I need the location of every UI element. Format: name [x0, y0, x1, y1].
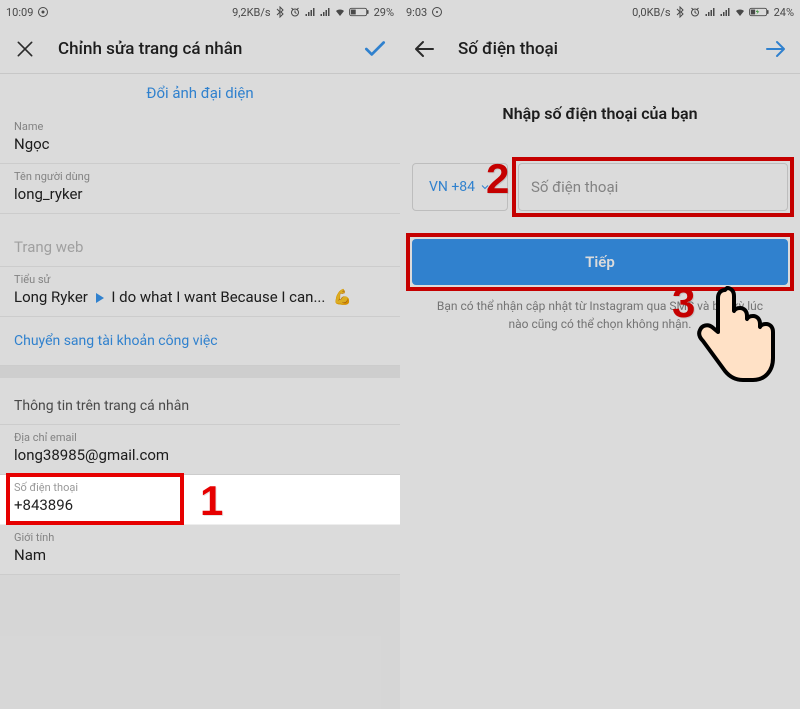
header-title: Chỉnh sửa trang cá nhân — [58, 39, 362, 59]
close-icon — [15, 39, 35, 59]
name-label: Name — [14, 120, 386, 133]
battery-charging-icon — [749, 6, 771, 18]
username-label: Tên người dùng — [14, 170, 386, 183]
screen-edit-profile: 10:09 9,2KB/s 29% Chỉnh sửa trang cá nhâ… — [0, 0, 400, 709]
name-field[interactable]: Name Ngọc — [0, 114, 400, 164]
step-number-1: 1 — [200, 477, 223, 525]
header-2: Số điện thoại — [400, 24, 800, 74]
bio-label: Tiểu sử — [14, 273, 386, 286]
name-value: Ngọc — [14, 135, 386, 153]
screen-phone-number: 9:03 0,0KB/s 24% Số điện thoại Nhập số đ… — [400, 0, 800, 709]
personal-info-header: Thông tin trên trang cá nhân — [0, 378, 400, 425]
status-bar-2: 9:03 0,0KB/s 24% — [400, 0, 800, 24]
instruction-text: Nhập số điện thoại của bạn — [412, 104, 788, 123]
battery-icon — [349, 6, 371, 18]
username-value: long_ryker — [14, 185, 386, 203]
bio-prefix: Long Ryker — [14, 288, 88, 306]
email-field[interactable]: Địa chỉ email long38985@gmail.com — [0, 425, 400, 475]
play-icon — [96, 293, 104, 303]
country-value: VN +84 — [429, 179, 475, 195]
status-time: 10:09 — [6, 6, 33, 19]
back-button[interactable] — [412, 36, 438, 62]
email-label: Địa chỉ email — [14, 431, 386, 444]
phone-input[interactable]: Số điện thoại — [518, 163, 788, 211]
flex-emoji-icon: 💪 — [333, 288, 352, 306]
phone-input-placeholder: Số điện thoại — [531, 178, 618, 196]
phone-field-wrap: Số điện thoại +843896 1 — [0, 475, 400, 525]
switch-pro-link[interactable]: Chuyển sang tài khoản công việc — [0, 317, 400, 366]
status-net: 9,2KB/s — [232, 6, 271, 19]
gender-field[interactable]: Giới tính Nam — [0, 525, 400, 575]
alarm-icon-2 — [689, 6, 701, 18]
signal-icon-4 — [719, 6, 731, 18]
status-battery-2: 24% — [774, 6, 794, 19]
continue-button[interactable]: Tiếp — [412, 239, 788, 285]
change-avatar-link[interactable]: Đổi ảnh đại diện — [0, 74, 400, 114]
bluetooth-icon-2 — [674, 6, 686, 18]
continue-label: Tiếp — [585, 253, 615, 271]
bio-rest: I do what I want Because I can... — [111, 288, 325, 306]
signal-icon-3 — [704, 6, 716, 18]
website-field[interactable]: Trang web — [0, 214, 400, 267]
username-field[interactable]: Tên người dùng long_ryker — [0, 164, 400, 214]
continue-wrap: Tiếp 3 — [412, 239, 788, 285]
confirm-button[interactable] — [362, 36, 388, 62]
phone-row: VN +84 Số điện thoại 2 — [412, 163, 788, 211]
section-spacer — [0, 366, 400, 378]
status-battery: 29% — [374, 6, 394, 19]
forward-arrow-icon — [763, 37, 787, 61]
status-bar: 10:09 9,2KB/s 29% — [0, 0, 400, 24]
forward-button[interactable] — [762, 36, 788, 62]
step-number-2: 2 — [486, 155, 509, 203]
pointer-hand-icon — [690, 280, 780, 390]
back-arrow-icon — [413, 37, 437, 61]
gender-value: Nam — [14, 546, 386, 564]
status-app-icon — [37, 6, 49, 18]
phone-body: Nhập số điện thoại của bạn VN +84 Số điệ… — [400, 74, 800, 709]
signal-icon — [304, 6, 316, 18]
alarm-icon — [289, 6, 301, 18]
header: Chỉnh sửa trang cá nhân — [0, 24, 400, 74]
bluetooth-icon — [274, 6, 286, 18]
gender-label: Giới tính — [14, 531, 386, 544]
wifi-icon-2 — [734, 6, 746, 18]
website-placeholder: Trang web — [14, 238, 386, 256]
check-icon — [362, 36, 388, 62]
wifi-icon — [334, 6, 346, 18]
status-time-2: 9:03 — [406, 6, 427, 19]
bio-field[interactable]: Tiểu sử Long Ryker I do what I want Beca… — [0, 267, 400, 317]
email-value: long38985@gmail.com — [14, 446, 386, 464]
status-app-icon-2 — [431, 6, 443, 18]
status-net-2: 0,0KB/s — [632, 6, 671, 19]
header-title-2: Số điện thoại — [458, 39, 762, 59]
close-button[interactable] — [12, 36, 38, 62]
bio-value: Long Ryker I do what I want Because I ca… — [14, 288, 386, 306]
signal-icon-2 — [319, 6, 331, 18]
phone-input-wrap: Số điện thoại 2 — [518, 163, 788, 211]
